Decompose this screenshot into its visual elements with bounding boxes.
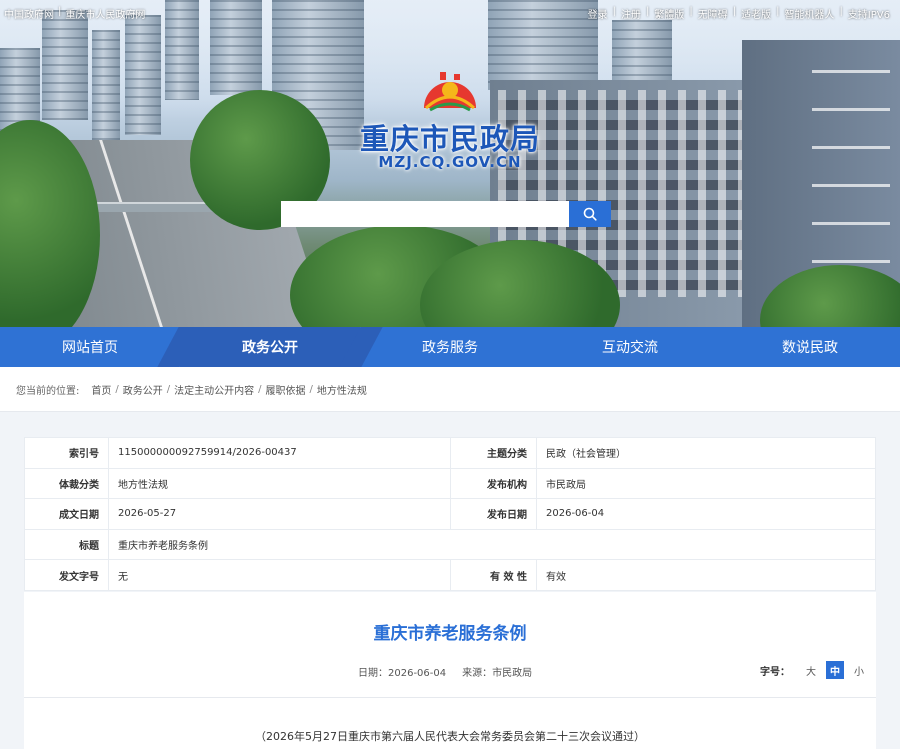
article-divider [24, 697, 876, 698]
ipv6-link[interactable]: 支持IPV6 [848, 6, 890, 21]
top-right-links: 登录 | 注册 | 繁體版 | 无障碍 | 适老版 | 智能机器人 | 支持IPV6 [587, 6, 890, 21]
font-size-switcher: 字号： 大 中 小 [760, 661, 868, 679]
breadcrumb-home[interactable]: 首页 [91, 382, 111, 397]
link-gov-cn[interactable]: 中国政府网 [4, 6, 54, 21]
search-input[interactable] [281, 201, 569, 227]
validity-label: 有 效 性 [450, 559, 537, 591]
robot-link[interactable]: 智能机器人 [784, 6, 834, 21]
nav-interaction[interactable]: 互动交流 [540, 327, 720, 367]
breadcrumb-gov-affairs[interactable]: 政务公开 [123, 382, 163, 397]
created-date-label: 成文日期 [24, 498, 109, 530]
accessibility-link[interactable]: 无障碍 [698, 6, 728, 21]
emblem-icon [424, 72, 476, 112]
article-meta: 日期：2026-06-04 来源：市民政局 [358, 664, 532, 679]
publisher-label: 发布机构 [450, 467, 537, 500]
nav-gov-services[interactable]: 政务服务 [360, 327, 540, 367]
genre-value: 地方性法规 [108, 467, 451, 500]
top-left-links: 中国政府网 | 重庆市人民政府网 [4, 6, 146, 21]
docno-label: 发文字号 [24, 559, 109, 591]
search-button[interactable] [569, 201, 611, 227]
breadcrumb-local-regulations[interactable]: 地方性法规 [317, 382, 367, 397]
header-banner: 重庆市民政局 MZJ.CQ.GOV.CN 中国政府网 | 重庆市人民政府网 登录… [0, 0, 900, 327]
article-adoption-note: （2026年5月27日重庆市第六届人民代表大会常务委员会第二十三次会议通过） [255, 730, 645, 743]
breadcrumb-lead: 您当前的位置: [16, 385, 80, 397]
city-building [165, 0, 199, 100]
topic-label: 主题分类 [450, 437, 537, 469]
table-row: 标题 重庆市养老服务条例 [24, 528, 876, 561]
font-size-small[interactable]: 小 [850, 661, 868, 679]
genre-label: 体裁分类 [24, 467, 109, 500]
font-size-large[interactable]: 大 [802, 661, 820, 679]
index-value: 115000000092759914/2026-00437 [108, 437, 451, 469]
index-label: 索引号 [24, 437, 109, 469]
publisher-value: 市民政局 [536, 467, 876, 500]
city-building [488, 0, 598, 90]
register-link[interactable]: 注册 [621, 6, 641, 21]
search-icon [583, 207, 597, 221]
table-row: 成文日期 2026-05-27 发布日期 2026-06-04 [24, 498, 876, 530]
created-date-value: 2026-05-27 [108, 498, 451, 530]
topic-value: 民政（社会管理） [536, 437, 876, 469]
published-date-label: 发布日期 [450, 498, 537, 530]
document-info-table: 索引号 115000000092759914/2026-00437 主题分类 民… [24, 437, 876, 591]
published-date-value: 2026-06-04 [536, 498, 876, 530]
city-building [210, 0, 262, 95]
article-title: 重庆市养老服务条例 [373, 624, 527, 644]
nav-gov-affairs[interactable]: 政务公开 [180, 327, 360, 367]
nav-data[interactable]: 数说民政 [720, 327, 900, 367]
table-row: 发文字号 无 有 效 性 有效 [24, 559, 876, 591]
breadcrumb-basis[interactable]: 履职依据 [266, 382, 306, 397]
nav-home[interactable]: 网站首页 [0, 327, 180, 367]
article-date: 日期：2026-06-04 [358, 668, 447, 679]
table-row: 体裁分类 地方性法规 发布机构 市民政局 [24, 467, 876, 500]
breadcrumb-statutory[interactable]: 法定主动公开内容 [174, 382, 254, 397]
link-cq-gov[interactable]: 重庆市人民政府网 [65, 6, 145, 21]
font-size-label: 字号： [760, 666, 790, 678]
site-domain: MZJ.CQ.GOV.CN [378, 153, 522, 171]
main-nav: 网站首页 政务公开 政务服务 互动交流 数说民政 [0, 327, 900, 367]
validity-value: 有效 [536, 559, 876, 591]
docno-value: 无 [108, 559, 451, 591]
site-title: 重庆市民政局 [359, 122, 540, 156]
table-row: 索引号 115000000092759914/2026-00437 主题分类 民… [24, 437, 876, 469]
city-building [125, 15, 161, 135]
city-building [42, 10, 88, 120]
login-link[interactable]: 登录 [588, 6, 608, 21]
article: 重庆市养老服务条例 日期：2026-06-04 来源：市民政局 字号： 大 中 … [24, 592, 876, 749]
font-size-medium[interactable]: 中 [826, 661, 844, 679]
breadcrumb: 您当前的位置: 首页 / 政务公开 / 法定主动公开内容 / 履职依据 / 地方性法规 [0, 367, 900, 412]
traditional-chinese-link[interactable]: 繁體版 [654, 6, 684, 21]
elder-mode-link[interactable]: 适老版 [741, 6, 771, 21]
article-source: 来源：市民政局 [462, 668, 533, 679]
title-value: 重庆市养老服务条例 [108, 528, 876, 561]
title-label: 标题 [24, 528, 109, 561]
search-bar [281, 201, 611, 227]
city-building [92, 30, 120, 140]
